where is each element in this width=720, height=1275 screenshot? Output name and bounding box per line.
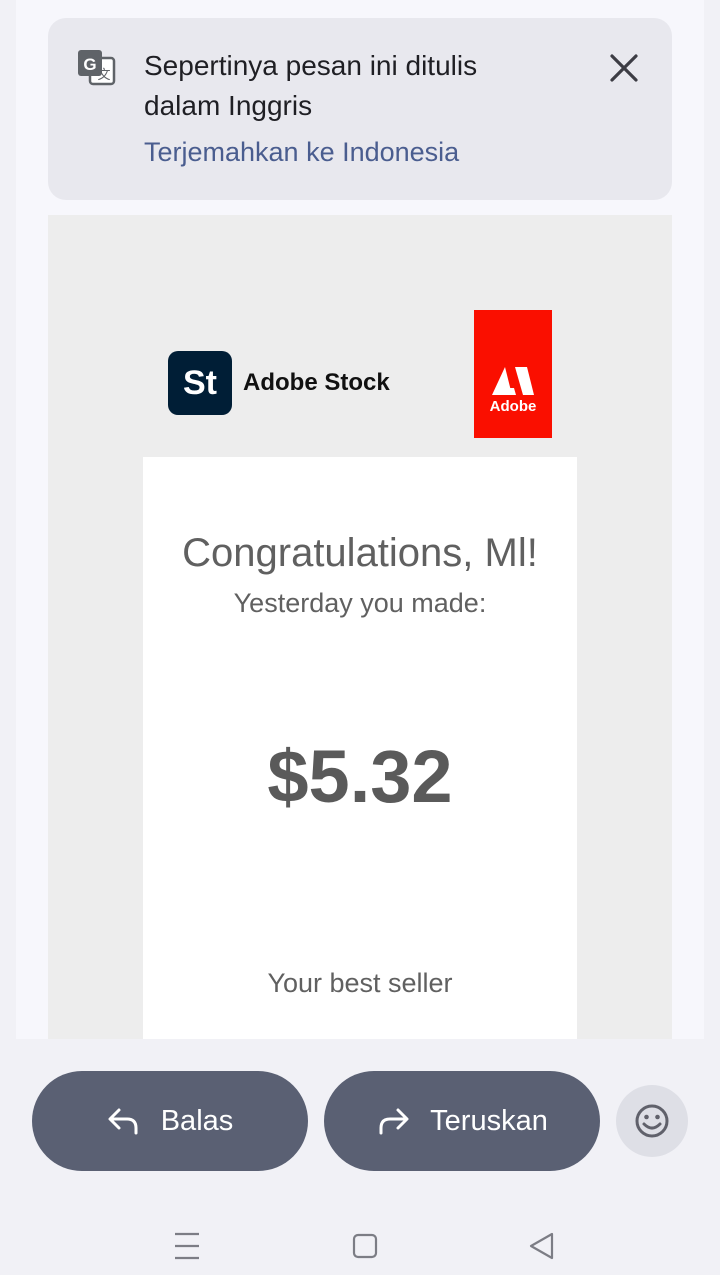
forward-label: Teruskan xyxy=(430,1104,548,1137)
stock-logo-text: St xyxy=(183,363,217,402)
system-nav-bar xyxy=(0,1218,720,1275)
forward-icon xyxy=(379,1108,409,1135)
menu-lines-icon xyxy=(175,1232,199,1260)
earnings-amount: $5.32 xyxy=(267,735,453,818)
svg-text:G: G xyxy=(83,55,96,74)
home-nav-button[interactable] xyxy=(345,1226,385,1266)
translate-banner: G 文 Sepertinya pesan ini ditulis dalam I… xyxy=(48,18,672,200)
translate-message: Sepertinya pesan ini ditulis dalam Inggr… xyxy=(144,50,478,121)
reply-icon xyxy=(108,1108,138,1135)
back-nav-button[interactable] xyxy=(522,1226,562,1266)
earnings-subtitle: Yesterday you made: xyxy=(233,588,487,618)
emoji-reaction-button[interactable] xyxy=(616,1085,688,1157)
adobe-stock-name: Adobe Stock xyxy=(243,369,390,396)
best-seller-label: Your best seller xyxy=(267,968,453,998)
close-banner-button[interactable] xyxy=(604,48,644,88)
reply-button[interactable]: Balas xyxy=(32,1071,308,1171)
reply-label: Balas xyxy=(160,1104,234,1137)
adobe-a-icon xyxy=(492,367,534,395)
svg-text:文: 文 xyxy=(97,68,110,83)
forward-button[interactable]: Teruskan xyxy=(324,1071,600,1171)
recent-apps-nav-button[interactable] xyxy=(167,1226,207,1266)
close-icon xyxy=(610,54,638,82)
adobe-stock-logo: St xyxy=(168,351,232,415)
adobe-label: Adobe xyxy=(489,398,537,415)
email-body: St Adobe Stock Adobe Congratulations, Ml… xyxy=(48,215,672,1039)
congratulations-title: Congratulations, Ml! xyxy=(182,531,538,575)
translate-link[interactable]: Terjemahkan ke Indonesia xyxy=(144,132,459,172)
earnings-card: Congratulations, Ml! Yesterday you made:… xyxy=(143,457,577,1039)
google-translate-icon: G 文 xyxy=(76,48,116,88)
adobe-logo: Adobe xyxy=(474,310,552,438)
back-triangle-icon xyxy=(529,1232,554,1260)
email-content-area[interactable]: G 文 Sepertinya pesan ini ditulis dalam I… xyxy=(16,0,704,1039)
home-square-icon xyxy=(352,1233,378,1259)
smiley-icon xyxy=(635,1104,669,1138)
